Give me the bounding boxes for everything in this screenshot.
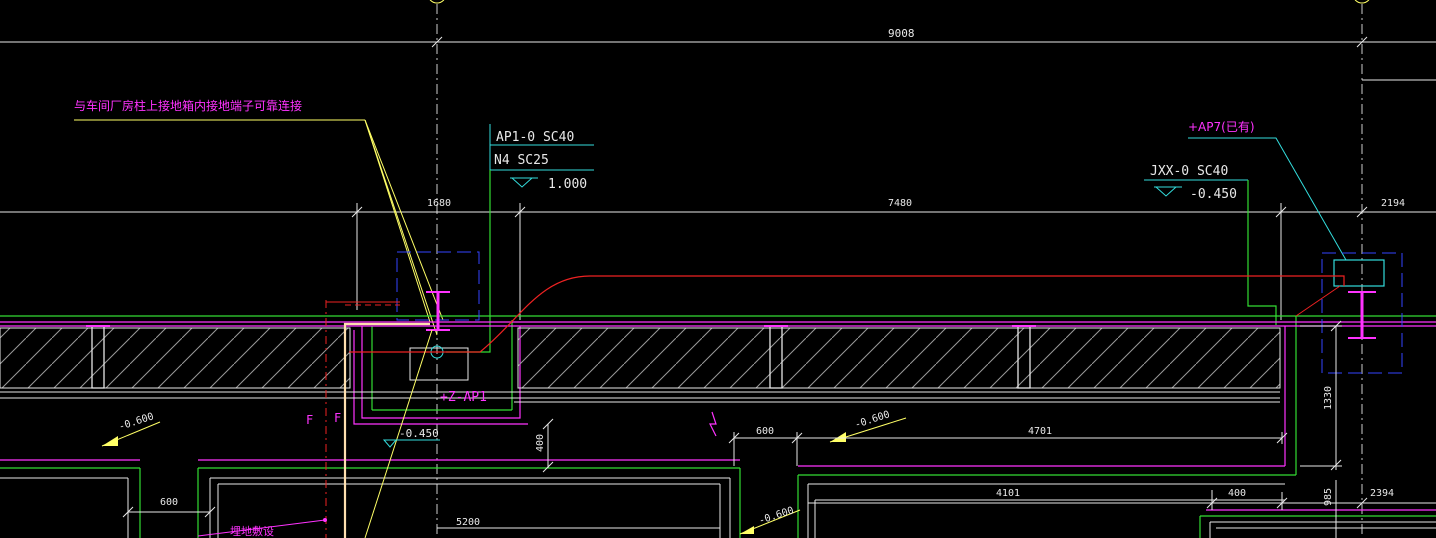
wall-inner-lines: [0, 477, 1436, 538]
hatched-trench: [0, 327, 1281, 403]
dimension-second: [0, 203, 1436, 320]
slope-bottom-text: -0.600: [758, 505, 796, 527]
zap1-label: +Z-AP1: [440, 390, 487, 405]
dim-600-b: 600: [160, 497, 178, 508]
dim-1330: 1330: [1323, 386, 1334, 410]
cad-drawing: 9008 1680 7480 2194 与车间厂房柱上接地箱内接地端子可靠连接 …: [0, 0, 1436, 538]
dimension-top: [0, 36, 1436, 81]
dim-7480: 7480: [888, 198, 912, 209]
dim-2194: 2194: [1381, 198, 1405, 209]
ap7-label: +AP7(已有): [1188, 120, 1255, 134]
dim-5200: 5200: [456, 517, 480, 528]
axis-markers: [429, 0, 1370, 538]
ap1-cable-text: AP1-0 SC40: [496, 130, 574, 145]
elev-jxx-text: -0.450: [1190, 187, 1237, 202]
dim-400-left: 400: [535, 434, 546, 452]
dim-4701: 4701: [1028, 426, 1052, 437]
dim-1680: 1680: [427, 198, 451, 209]
ground-note-leader: [74, 119, 444, 336]
elev-pit-text: -0.450: [399, 427, 439, 440]
f-mark-1: F: [306, 413, 313, 427]
dim-4101: 4101: [996, 488, 1020, 499]
f-mark-2: F: [334, 411, 341, 425]
n4-cable-text: N4 SC25: [494, 153, 549, 168]
elev-ap1-text: 1.000: [548, 177, 587, 192]
dim-600-a: 600: [756, 426, 774, 437]
elevation-marker-jxx: [1154, 186, 1178, 197]
ground-note-text: 与车间厂房柱上接地箱内接地端子可靠连接: [74, 98, 302, 113]
slope-left-text: -0.600: [118, 411, 156, 433]
bottom-note-text: 埋地敷设: [230, 524, 274, 538]
jxx-cable-text: JXX-0 SC40: [1150, 164, 1228, 179]
dim-985: 985: [1323, 488, 1334, 506]
slope-mid-text: -0.600: [854, 409, 892, 431]
elevation-marker-ap1: [510, 177, 534, 188]
dim-400-right: 400: [1228, 488, 1246, 499]
dim-9008: 9008: [888, 27, 915, 40]
break-mark: [709, 411, 717, 437]
dim-2394: 2394: [1370, 488, 1394, 499]
